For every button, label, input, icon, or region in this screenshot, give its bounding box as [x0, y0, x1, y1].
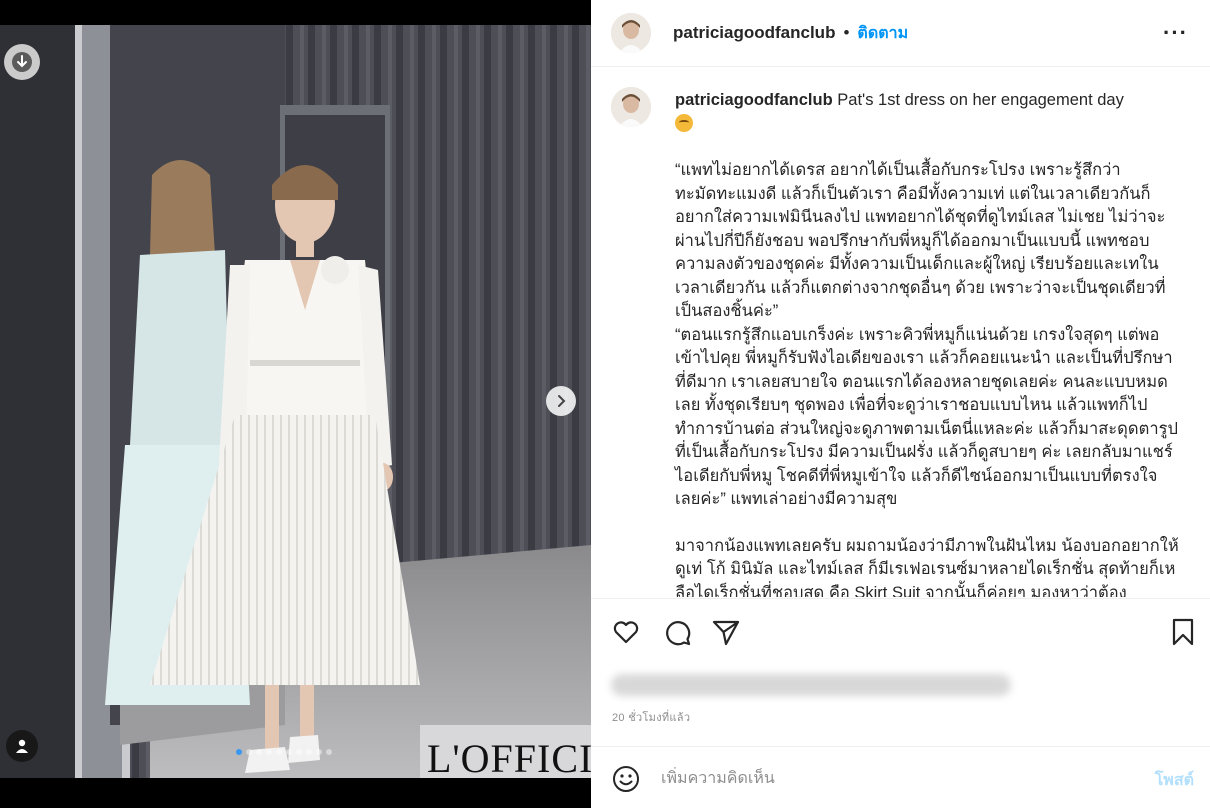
user-tag-icon	[16, 739, 28, 753]
peeking-face-emoji-icon	[675, 113, 693, 132]
tagged-users-button[interactable]	[6, 730, 38, 762]
carousel-dot	[286, 749, 292, 755]
likes-count-blurred	[611, 674, 1011, 696]
download-arrow-icon	[12, 52, 32, 72]
carousel-dot	[266, 749, 272, 755]
caption-avatar[interactable]	[611, 87, 651, 127]
carousel-dot	[296, 749, 302, 755]
carousel-dot	[256, 749, 262, 755]
avatar[interactable]	[611, 13, 651, 53]
carousel-dot	[236, 749, 242, 755]
bookmark-icon[interactable]	[1168, 617, 1198, 647]
caption-scroll-area[interactable]: patriciagoodfanclub Pat's 1st dress on h…	[591, 67, 1210, 597]
more-options-icon[interactable]: ···	[1163, 20, 1188, 46]
carousel-dot	[316, 749, 322, 755]
header-username[interactable]: patriciagoodfanclub	[673, 23, 835, 43]
caption-paragraph: มาจากน้องแพทเลยครับ ผมถามน้องว่ามีภาพในฝ…	[675, 536, 1179, 598]
magazine-logo: L'OFFICIEL	[427, 736, 591, 778]
carousel-dot	[246, 749, 252, 755]
separator-dot: •	[843, 23, 850, 42]
heart-icon[interactable]	[611, 617, 641, 647]
carousel-indicator	[236, 749, 332, 755]
follow-button[interactable]: ติดตาม	[857, 21, 908, 46]
smiley-icon[interactable]	[612, 765, 640, 793]
caption-headline-text: Pat's 1st dress on her engagement day	[837, 91, 1124, 109]
action-bar	[591, 598, 1210, 658]
carousel-dot	[306, 749, 312, 755]
next-image-button[interactable]	[546, 386, 576, 416]
chevron-right-icon	[558, 395, 566, 407]
post-timestamp[interactable]: 20 ชั่วโมงที่แล้ว	[612, 708, 690, 726]
caption-paragraph: “แพทไม่อยากได้เดรส อยากได้เป็นเสื้อกับกร…	[675, 161, 1166, 320]
post-comment-button[interactable]: โพสต์	[1155, 768, 1194, 793]
caption-username[interactable]: patriciagoodfanclub	[675, 91, 833, 109]
caption-body: “แพทไม่อยากได้เดรส อยากได้เป็นเสื้อกับกร…	[675, 159, 1180, 597]
post-header: patriciagoodfanclub • ติดตาม ···	[591, 0, 1210, 67]
comment-input[interactable]	[661, 767, 1121, 791]
caption-paragraph: “ตอนแรกรู้สึกแอบเกร็งค่ะ เพราะคิวพี่หมูก…	[675, 325, 1178, 509]
carousel-dot	[276, 749, 282, 755]
comment-bubble-icon[interactable]	[662, 617, 692, 647]
post-photo	[0, 25, 591, 778]
paper-plane-icon[interactable]	[711, 617, 741, 647]
carousel-dot	[326, 749, 332, 755]
download-button[interactable]	[4, 44, 40, 80]
post-media[interactable]: L'OFFICIEL	[0, 25, 591, 778]
comment-bar: โพสต์	[591, 746, 1210, 808]
caption-headline: patriciagoodfanclub Pat's 1st dress on h…	[675, 89, 1180, 136]
post-panel: patriciagoodfanclub • ติดตาม ··· patrici…	[591, 0, 1210, 808]
